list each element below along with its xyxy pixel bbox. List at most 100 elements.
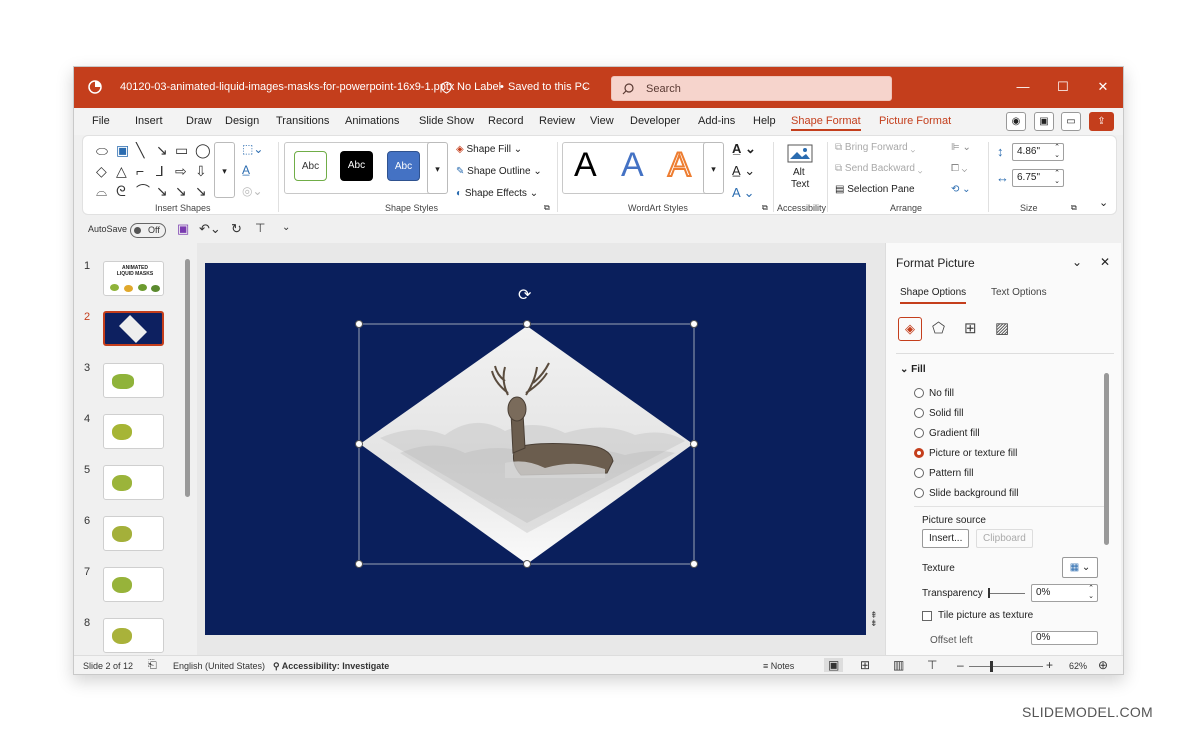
dialog-launcher-icon[interactable]: ⧉ — [762, 203, 768, 213]
wordart-blue[interactable]: A — [621, 145, 644, 185]
notes-button[interactable]: ≡ Notes — [763, 661, 794, 671]
line-shape-icon[interactable]: ╲ — [136, 143, 144, 157]
transparency-spinner[interactable]: ⌃ ⌄ — [1088, 585, 1094, 601]
resize-handle-sw[interactable] — [355, 560, 363, 568]
undo-icon[interactable]: ↶⌄ — [199, 221, 221, 237]
height-spinner[interactable]: ⌃ ⌄ — [1054, 144, 1060, 160]
zoom-slider-thumb[interactable] — [990, 661, 993, 672]
tab-design[interactable]: Design — [225, 115, 259, 127]
record-button[interactable]: ◉ — [1006, 112, 1026, 131]
scribble-shape-icon[interactable]: ᘓ — [116, 184, 126, 198]
chevron-down-icon[interactable]: ⌄ — [581, 81, 589, 92]
freeform-shape-icon[interactable]: ⌓ — [96, 184, 107, 198]
ellipse-shape-icon[interactable]: ◯ — [195, 143, 211, 157]
maximize-button[interactable]: ☐ — [1055, 79, 1071, 95]
radio-solid-fill[interactable] — [914, 408, 924, 418]
gradient-fill-label[interactable]: Gradient fill — [929, 428, 980, 439]
resize-handle-e[interactable] — [690, 440, 698, 448]
elbow-connector-icon[interactable]: ⅃ — [156, 164, 164, 178]
spelling-icon[interactable]: ⎗ — [148, 659, 157, 672]
tab-insert[interactable]: Insert — [135, 115, 163, 127]
tab-record[interactable]: Record — [488, 115, 523, 127]
scroll-previous-slide-icon[interactable]: ⇞ ⇟ — [870, 611, 878, 628]
language-label[interactable]: English (United States) — [173, 661, 265, 671]
resize-handle-n[interactable] — [523, 320, 531, 328]
merge-shapes-icon[interactable]: ◎⌄ — [242, 184, 263, 198]
normal-view-icon[interactable]: ▣ — [824, 658, 844, 672]
resize-handle-w[interactable] — [355, 440, 363, 448]
camera-icon[interactable]: ▣ — [1034, 112, 1054, 131]
slide-thumbnail-8[interactable] — [103, 618, 164, 653]
zoom-percent[interactable]: 62% — [1069, 661, 1087, 671]
align-icon[interactable]: ⊫ ⌄ — [951, 142, 971, 153]
tab-slide-show[interactable]: Slide Show — [419, 115, 474, 127]
group-icon[interactable]: ⧠ ⌄ — [951, 163, 967, 174]
slide-canvas[interactable]: ⟳ — [205, 263, 866, 635]
transparency-slider-thumb[interactable] — [988, 588, 990, 598]
close-pane-icon[interactable]: ✕ — [1100, 255, 1110, 269]
height-field[interactable]: 4.86" ⌃ ⌄ — [1012, 143, 1064, 161]
tab-developer[interactable]: Developer — [630, 115, 680, 127]
arc-shape-icon[interactable]: ⌒ — [136, 184, 150, 198]
present-icon[interactable]: ⊤ — [255, 221, 265, 235]
slide-background-fill-label[interactable]: Slide background fill — [929, 488, 1019, 499]
thumbnail-scrollbar[interactable] — [185, 259, 190, 497]
shape-fill-button[interactable]: ◈ Shape Fill ⌄ — [456, 144, 522, 155]
zoom-in-icon[interactable]: + — [1046, 658, 1053, 672]
tab-help[interactable]: Help — [753, 115, 776, 127]
radio-pattern-fill[interactable] — [914, 468, 924, 478]
radio-no-fill[interactable] — [914, 388, 924, 398]
offset-left-field[interactable]: 0% — [1031, 631, 1098, 645]
solid-fill-label[interactable]: Solid fill — [929, 408, 963, 419]
radio-picture-fill[interactable] — [914, 448, 924, 458]
redo-icon[interactable]: ↻ — [231, 221, 242, 237]
styles-gallery-more[interactable]: ▾ — [427, 142, 448, 194]
alt-text-label-2[interactable]: Text — [791, 179, 809, 190]
share-button[interactable]: ⇪ — [1089, 112, 1114, 131]
size-properties-icon[interactable]: ⊞ — [964, 319, 977, 337]
slide-thumbnail-4[interactable] — [103, 414, 164, 449]
textbox-shape-icon[interactable]: ▣ — [116, 143, 129, 157]
width-field[interactable]: 6.75" ⌃ ⌄ — [1012, 169, 1064, 187]
tab-view[interactable]: View — [590, 115, 614, 127]
resize-handle-se[interactable] — [690, 560, 698, 568]
pane-options-chevron-icon[interactable]: ⌄ — [1072, 255, 1082, 269]
connector-shape-icon[interactable]: ⌐ — [136, 164, 144, 178]
transparency-field[interactable]: 0% ⌃ ⌄ — [1031, 584, 1098, 602]
down-arrow-shape-icon[interactable]: ⇩ — [195, 164, 207, 178]
save-icon[interactable]: ▣ — [177, 221, 189, 237]
slide-sorter-icon[interactable]: ⊞ — [860, 658, 870, 672]
slide-thumbnail-1[interactable]: ANIMATED LIQUID MASKS — [103, 261, 164, 296]
diamond-shape-icon[interactable]: ◇ — [96, 164, 107, 178]
text-fill-icon[interactable]: A̲ ⌄ — [732, 141, 756, 157]
customize-qat-icon[interactable]: ⌄ — [282, 222, 290, 233]
rotate-icon[interactable]: ⟲ ⌄ — [951, 184, 971, 195]
tile-checkbox[interactable] — [922, 611, 932, 621]
style-swatch-outline[interactable]: Abc — [294, 151, 327, 181]
reading-view-icon[interactable]: ▥ — [893, 658, 904, 672]
arrow-shape-icon[interactable]: ↘ — [156, 143, 168, 157]
resize-handle-nw[interactable] — [355, 320, 363, 328]
resize-handle-ne[interactable] — [690, 320, 698, 328]
edit-shape-icon[interactable]: ⬚⌄ — [242, 142, 263, 156]
text-box-icon[interactable]: A̲ — [242, 163, 250, 177]
style-swatch-black[interactable]: Abc — [340, 151, 373, 181]
tab-review[interactable]: Review — [539, 115, 575, 127]
transparency-slider[interactable] — [989, 593, 1025, 594]
zoom-out-icon[interactable]: – — [957, 658, 964, 672]
sensitivity-label[interactable]: No Label — [457, 81, 501, 93]
slide-thumbnail-5[interactable] — [103, 465, 164, 500]
accessibility-status[interactable]: ⚲ Accessibility: Investigate — [273, 661, 389, 672]
collapse-ribbon-icon[interactable]: ⌄ — [1099, 196, 1108, 209]
slideshow-view-icon[interactable]: ⊤ — [927, 658, 937, 672]
close-button[interactable]: ✕ — [1095, 79, 1111, 95]
alt-text-label-1[interactable]: Alt — [793, 167, 805, 178]
dialog-launcher-icon[interactable]: ⧉ — [1071, 203, 1077, 213]
slide-thumbnail-2[interactable] — [103, 311, 164, 346]
pane-scrollbar[interactable] — [1104, 373, 1109, 545]
texture-picker[interactable]: ▦ ⌄ — [1062, 557, 1098, 578]
autosave-toggle[interactable]: Off — [130, 223, 166, 238]
text-effects-icon[interactable]: A ⌄ — [732, 185, 754, 201]
resize-handle-s[interactable] — [523, 560, 531, 568]
radio-gradient-fill[interactable] — [914, 428, 924, 438]
